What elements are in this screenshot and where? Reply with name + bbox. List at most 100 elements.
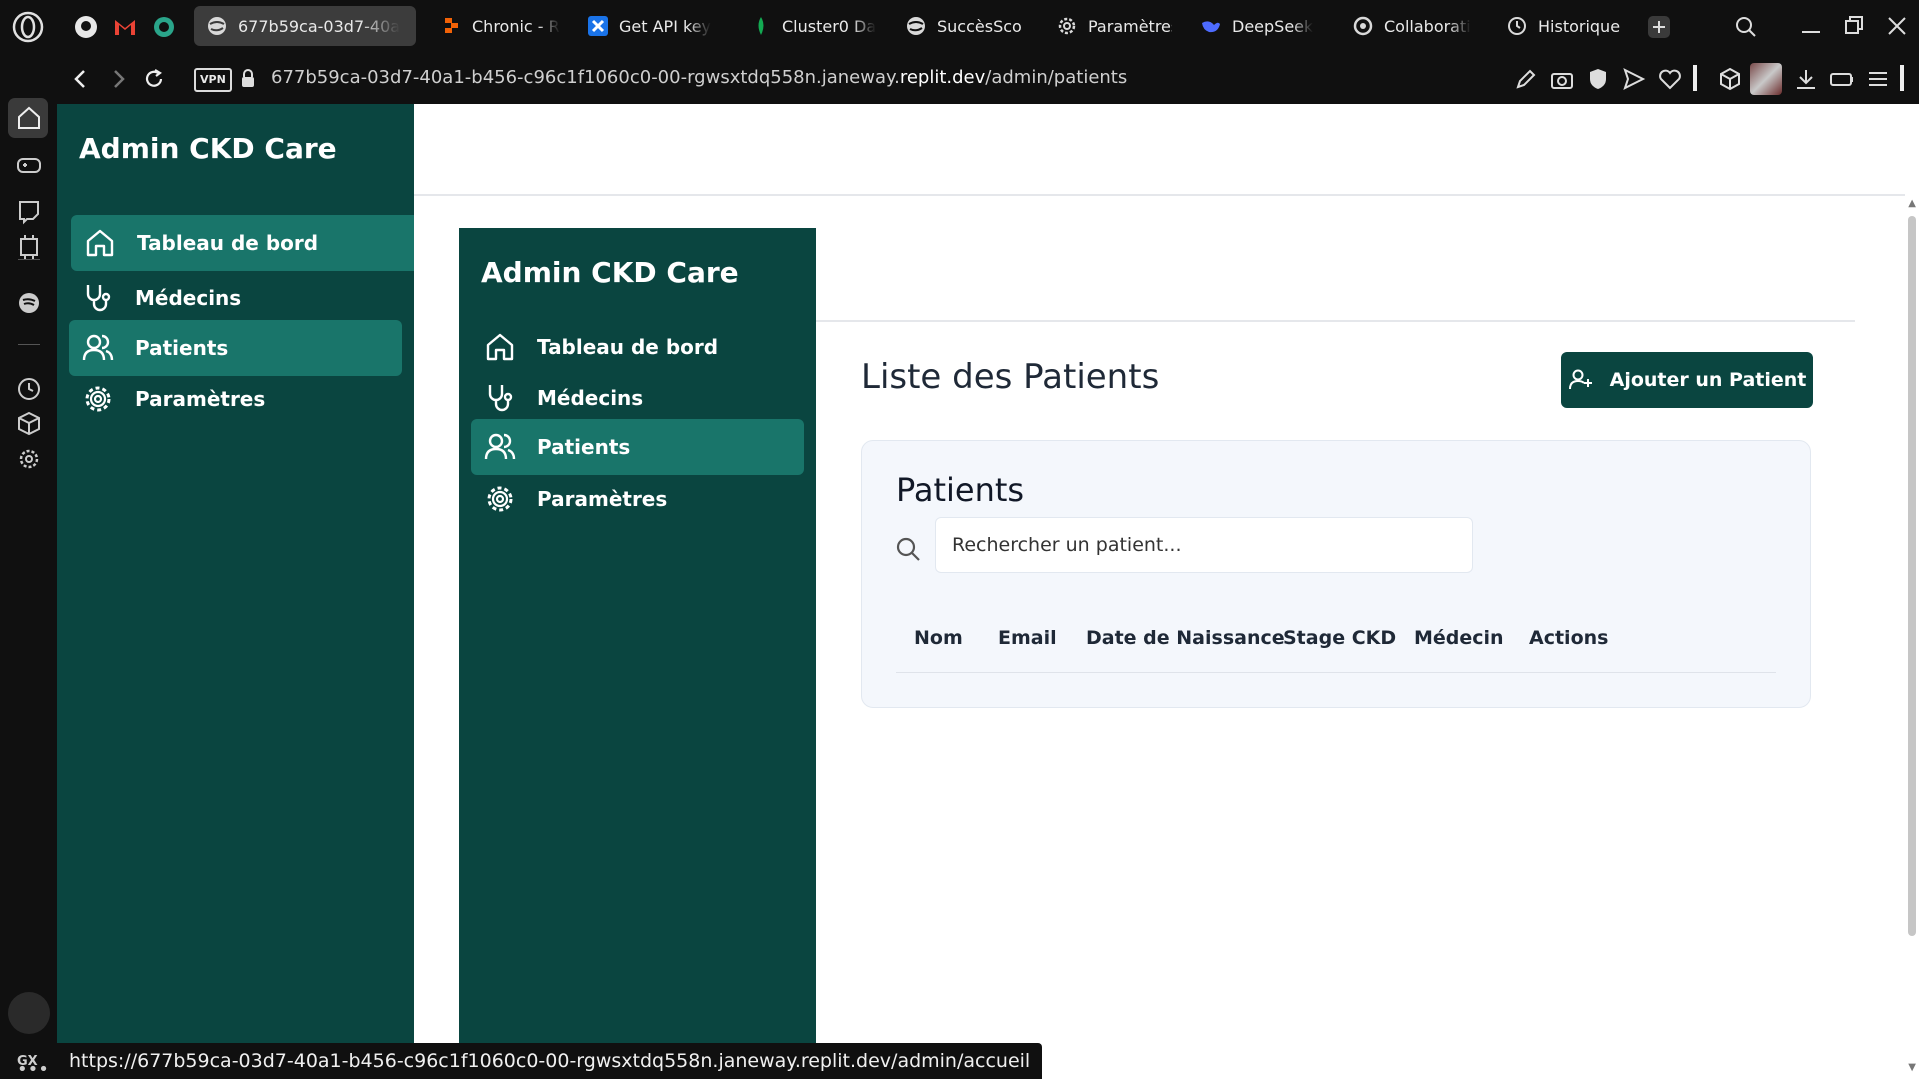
sidebar-item-label: Médecins (135, 286, 242, 310)
column-header-stage-ckd[interactable]: Stage CKD (1283, 627, 1396, 649)
new-tab-plus-icon[interactable] (1646, 14, 1672, 40)
column-header-nom[interactable]: Nom (914, 627, 963, 649)
chip-icon[interactable] (15, 233, 43, 261)
nested-item-tableau-de-bord[interactable]: Tableau de bord (471, 319, 804, 375)
gear-icon (85, 386, 111, 412)
twitch-icon[interactable] (15, 197, 43, 225)
table-header-row: Nom Email Date de Naissance Stage CKD Mé… (896, 627, 1776, 673)
stethoscope-icon (488, 385, 513, 412)
tab-active[interactable]: 677b59ca-03d7-40a (194, 6, 416, 46)
restore-icon[interactable] (1840, 12, 1868, 40)
tab-label: DeepSeek (1232, 16, 1314, 36)
tab-chronic[interactable]: Chronic - R (428, 6, 578, 46)
patients-card: Patients Nom Email Date de Naissance Sta… (861, 440, 1811, 708)
spotify-icon[interactable] (15, 289, 43, 317)
replit-icon (445, 18, 458, 33)
gamepad-icon[interactable] (15, 151, 43, 179)
tab-label: SuccèsSco (937, 16, 1021, 36)
toolbar-divider (1900, 65, 1904, 91)
tab-search-icon[interactable] (1733, 14, 1759, 40)
more-dots-icon[interactable]: ••• (17, 1059, 49, 1080)
profile-avatar[interactable] (1750, 63, 1782, 95)
scroll-down-arrow-icon[interactable]: ▼ (1908, 1062, 1916, 1073)
patient-search-input[interactable] (935, 517, 1473, 573)
tab-api-key[interactable]: Get API key (575, 6, 725, 46)
users-icon (484, 433, 516, 460)
reload-icon[interactable] (141, 66, 167, 92)
nested-item-medecins[interactable]: Médecins (471, 370, 804, 426)
battery-icon[interactable] (1829, 66, 1855, 92)
tab-label: Cluster0 Da (782, 16, 876, 36)
nested-sidebar: Admin CKD Care Tableau de bord Médecins … (459, 228, 816, 1079)
sidebar-item-label: Patients (537, 435, 631, 459)
nested-item-parametres[interactable]: Paramètres (471, 471, 804, 527)
sidebar-item-label: Tableau de bord (137, 231, 319, 255)
tab-collaboration[interactable]: Collaborati (1340, 6, 1490, 46)
tab-parametres[interactable]: Paramètres (1044, 6, 1184, 46)
sidebar-item-patients[interactable]: Patients (69, 320, 402, 376)
sidebar-item-label: Tableau de bord (537, 335, 719, 359)
back-arrow-icon[interactable] (68, 66, 94, 92)
vpn-badge[interactable]: VPN (194, 68, 232, 92)
tab-label: Get API key (619, 16, 712, 36)
add-patient-button[interactable]: Ajouter un Patient (1561, 352, 1813, 408)
sidebar-item-label: Patients (135, 336, 229, 360)
edit-icon[interactable] (1513, 66, 1539, 92)
extension-icon[interactable] (151, 14, 177, 40)
browser-tab-bar: 677b59ca-03d7-40a Chronic - R Get API ke… (0, 0, 1919, 53)
opera-logo-icon[interactable] (11, 10, 45, 44)
gmail-icon[interactable] (112, 14, 138, 40)
forward-arrow-icon[interactable] (105, 66, 131, 92)
globe-icon (208, 17, 226, 35)
column-header-email[interactable]: Email (998, 627, 1057, 649)
tab-succes[interactable]: SuccèsSco (893, 6, 1033, 46)
nested-item-patients[interactable]: Patients (471, 419, 804, 475)
gear-icon (1058, 17, 1076, 35)
scroll-up-arrow-icon[interactable]: ▲ (1908, 198, 1916, 209)
column-header-medecin[interactable]: Médecin (1414, 627, 1504, 649)
camera-icon[interactable] (1549, 66, 1575, 92)
history-clock-icon[interactable] (15, 375, 43, 403)
nested-header (816, 228, 1855, 322)
box-icon[interactable] (1717, 66, 1743, 92)
rail-divider (18, 344, 40, 345)
gear-icon (487, 486, 513, 512)
column-header-actions[interactable]: Actions (1529, 627, 1608, 649)
app-topbar (414, 104, 1919, 196)
url-field[interactable]: 677b59ca-03d7-40a1-b456-c96c1f1060c0-00-… (271, 67, 1127, 88)
rail-pin-button[interactable] (8, 992, 50, 1034)
heart-icon[interactable] (1657, 66, 1683, 92)
shield-icon[interactable] (1585, 66, 1611, 92)
tab-cluster0[interactable]: Cluster0 Da (738, 6, 888, 46)
scrollbar-thumb[interactable] (1908, 216, 1916, 936)
openai-icon (1353, 16, 1373, 36)
page-title: Liste des Patients (861, 357, 1160, 397)
browser-sidebar: GX ••• (0, 53, 57, 1080)
add-patient-label: Ajouter un Patient (1609, 369, 1807, 391)
sidebar-item-medecins[interactable]: Médecins (69, 270, 402, 326)
send-icon[interactable] (1621, 66, 1647, 92)
github-icon[interactable] (73, 14, 99, 40)
sidebar-item-tableau-de-bord[interactable]: Tableau de bord (71, 215, 414, 271)
home-icon (86, 229, 114, 257)
sidebar-item-label: Paramètres (135, 387, 266, 411)
tab-label: Paramètres (1088, 16, 1172, 36)
box-icon[interactable] (15, 410, 43, 438)
rail-divider (18, 259, 40, 260)
nested-brand: Admin CKD Care (481, 256, 739, 289)
column-header-date-naissance[interactable]: Date de Naissance (1086, 627, 1285, 649)
close-icon[interactable] (1883, 12, 1911, 40)
tab-label: Historique (1538, 16, 1621, 36)
tab-historique[interactable]: Historique (1494, 6, 1634, 46)
url-path: /admin/patients (985, 67, 1128, 88)
download-icon[interactable] (1793, 66, 1819, 92)
address-bar: VPN 677b59ca-03d7-40a1-b456-c96c1f1060c0… (57, 53, 1919, 104)
sidebar-item-parametres[interactable]: Paramètres (69, 371, 402, 427)
settings-gear-icon[interactable] (15, 445, 43, 473)
minimize-icon[interactable] (1797, 12, 1825, 40)
tab-deepseek[interactable]: DeepSeek (1188, 6, 1328, 46)
url-domain: replit.dev (899, 67, 986, 88)
menu-icon[interactable] (1865, 66, 1891, 92)
url-prefix: 677b59ca-03d7-40a1-b456-c96c1f1060c0-00-… (271, 67, 900, 88)
lock-icon[interactable] (237, 67, 259, 89)
